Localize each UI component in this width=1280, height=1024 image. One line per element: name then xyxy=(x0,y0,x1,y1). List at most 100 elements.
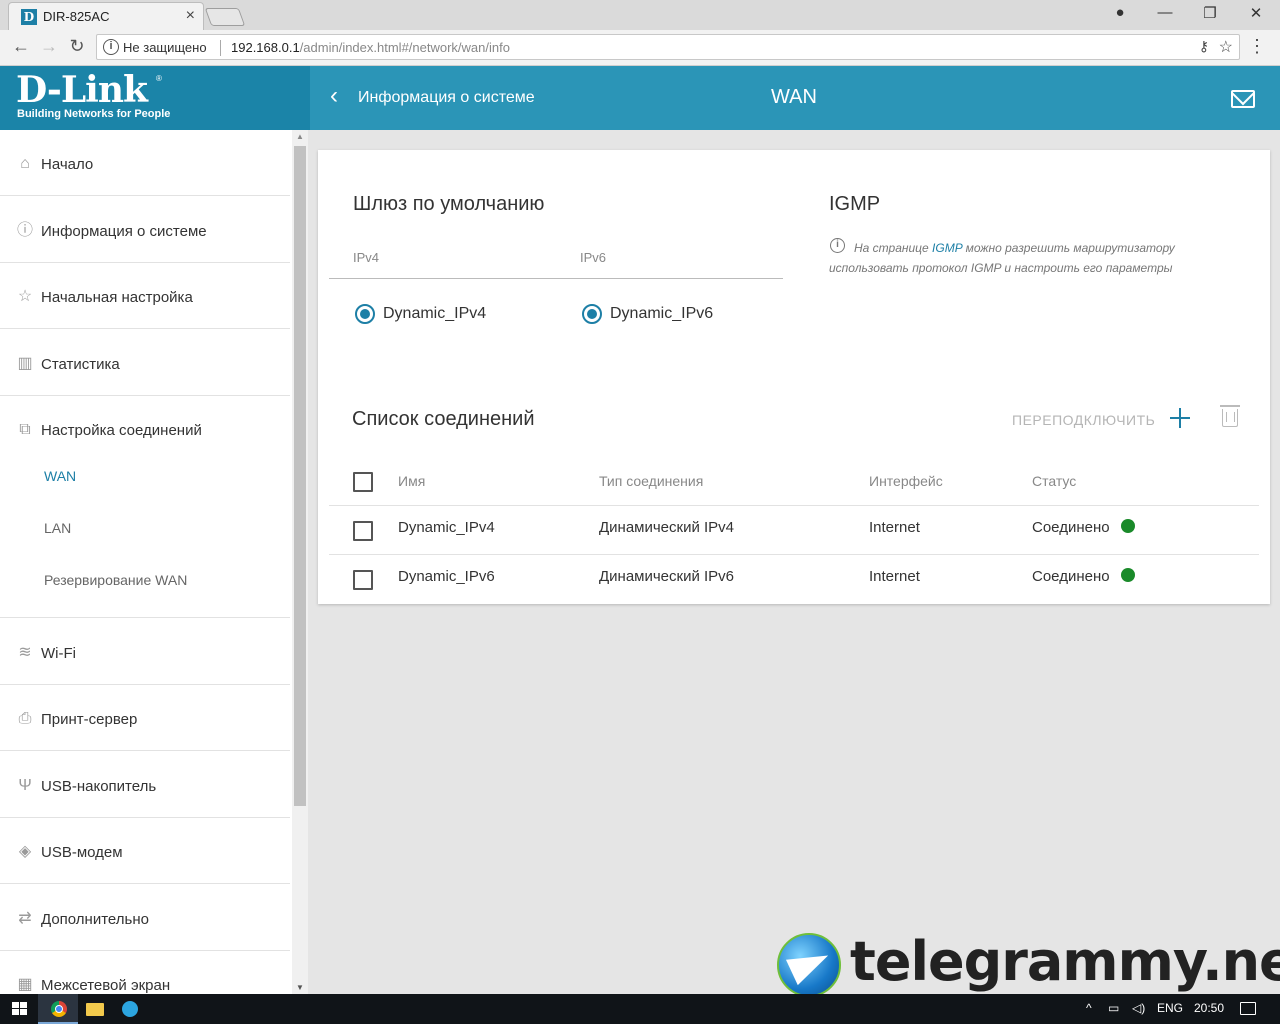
sidebar-item-home[interactable]: ⌂ Начало xyxy=(0,130,290,196)
omnibox-divider xyxy=(220,40,221,56)
volume-icon[interactable]: ◁) xyxy=(1132,1001,1145,1015)
reconnect-button[interactable]: ПЕРЕПОДКЛЮЧИТЬ xyxy=(1012,412,1155,428)
site-info-icon[interactable]: i xyxy=(103,39,119,55)
sidebar-item-initial-setup[interactable]: ☆ Начальная настройка xyxy=(0,263,290,329)
usb-modem-icon: ◈ xyxy=(18,843,32,860)
url-text[interactable]: 192.168.0.1/admin/index.html#/network/wa… xyxy=(231,40,510,55)
sidebar-item-label: Информация о системе xyxy=(41,223,207,240)
gateway-ipv4-radio[interactable] xyxy=(355,304,375,324)
sidebar-item-label: Дополнительно xyxy=(41,911,149,928)
sidebar-item-label: Межсетевой экран xyxy=(41,977,171,994)
connection-name[interactable]: Dynamic_IPv4 xyxy=(398,519,495,536)
status-connected-dot-icon xyxy=(1121,519,1135,533)
scroll-up-arrow-icon[interactable]: ▲ xyxy=(296,132,304,141)
firewall-icon: ▦ xyxy=(17,976,33,993)
sidebar-item-label: USB-модем xyxy=(41,844,123,861)
address-bar[interactable]: i Не защищено 192.168.0.1/admin/index.ht… xyxy=(96,34,1240,60)
browser-menu-icon[interactable]: ⋮ xyxy=(1248,36,1266,57)
url-host: 192.168.0.1 xyxy=(231,40,300,55)
app-header: D-Link ® Building Networks for People ‹ … xyxy=(0,66,1280,130)
connections-title: Список соединений xyxy=(352,408,535,430)
sidebar-item-print-server[interactable]: ⎙ Принт-сервер xyxy=(0,685,290,751)
dlink-favicon-icon: D xyxy=(21,9,37,25)
gateway-ipv4-value[interactable]: Dynamic_IPv4 xyxy=(383,305,486,323)
language-indicator[interactable]: ENG xyxy=(1157,1001,1183,1015)
status-connected-dot-icon xyxy=(1121,568,1135,582)
gateway-ipv4-header: IPv4 xyxy=(353,250,380,265)
connection-type: Динамический IPv4 xyxy=(599,519,735,536)
sidebar-subitem-wan[interactable]: WAN xyxy=(44,468,76,484)
key-icon[interactable]: ⚷ xyxy=(1199,38,1209,55)
page-title: WAN xyxy=(771,86,817,108)
network-icon[interactable]: ▭ xyxy=(1108,1001,1119,1015)
close-window-button[interactable]: ✕ xyxy=(1246,4,1266,22)
sidebar-item-wifi[interactable]: ≋ Wi-Fi xyxy=(0,619,290,685)
connection-name[interactable]: Dynamic_IPv6 xyxy=(398,568,495,585)
sidebar-scrollbar[interactable]: ▲ ▼ xyxy=(292,130,308,994)
sidebar-item-usb-modem[interactable]: ◈ USB-модем xyxy=(0,818,290,884)
sidebar-item-advanced[interactable]: ⇄ Дополнительно xyxy=(0,885,290,951)
transfer-icon: ⇄ xyxy=(18,910,32,927)
column-header-status[interactable]: Статус xyxy=(1032,473,1076,489)
sidebar-item-label: USB-накопитель xyxy=(41,778,157,795)
taskbar-explorer[interactable] xyxy=(74,994,114,1024)
security-label[interactable]: Не защищено xyxy=(123,40,207,55)
url-path: /admin/index.html#/network/wan/info xyxy=(299,40,510,55)
bar-chart-icon: ▥ xyxy=(17,355,33,372)
scrollbar-thumb[interactable] xyxy=(294,146,306,806)
igmp-link[interactable]: IGMP xyxy=(932,241,962,255)
row-checkbox[interactable] xyxy=(353,521,373,541)
sidebar-subitem-wan-backup[interactable]: Резервирование WAN xyxy=(44,572,187,588)
printer-icon: ⎙ xyxy=(18,710,32,727)
back-arrow-icon[interactable]: ← xyxy=(9,36,33,57)
row-checkbox[interactable] xyxy=(353,570,373,590)
column-header-interface[interactable]: Интерфейс xyxy=(869,473,943,489)
sidebar-item-usb-storage[interactable]: Ψ USB-накопитель xyxy=(0,752,290,818)
tray-overflow-chevron-icon[interactable]: ^ xyxy=(1086,1001,1092,1015)
mail-icon[interactable] xyxy=(1231,90,1255,108)
forward-arrow-icon[interactable]: → xyxy=(37,36,61,57)
igmp-description: На странице IGMP можно разрешить маршрут… xyxy=(829,238,1249,278)
usb-icon: Ψ xyxy=(18,777,32,794)
logo-tagline: Building Networks for People xyxy=(17,108,171,120)
reload-icon[interactable]: ↻ xyxy=(65,36,89,57)
sidebar-item-connections[interactable]: ⧉ Настройка соединений WAN LAN Резервиро… xyxy=(0,396,290,618)
sidebar-item-label: Статистика xyxy=(41,356,120,373)
scroll-down-arrow-icon[interactable]: ▼ xyxy=(296,983,304,992)
windows-start-icon[interactable] xyxy=(12,1002,28,1016)
wizard-icon: ☆ xyxy=(17,288,33,305)
notifications-icon[interactable] xyxy=(1240,1002,1256,1015)
table-divider xyxy=(329,505,1259,506)
column-header-type[interactable]: Тип соединения xyxy=(599,473,703,489)
add-connection-plus-icon[interactable] xyxy=(1168,406,1192,430)
logo-registered-mark: ® xyxy=(156,74,162,83)
home-icon: ⌂ xyxy=(20,155,30,172)
maximize-button[interactable]: ❐ xyxy=(1200,4,1220,22)
gateway-ipv6-value[interactable]: Dynamic_IPv6 xyxy=(610,305,713,323)
connection-interface: Internet xyxy=(869,519,920,536)
telegram-icon xyxy=(122,1001,138,1017)
sidebar-subitem-lan[interactable]: LAN xyxy=(44,520,71,536)
sidebar-item-label: Настройка соединений xyxy=(41,422,202,439)
gateway-ipv6-radio[interactable] xyxy=(582,304,602,324)
taskbar-telegram[interactable] xyxy=(110,994,150,1024)
bookmark-star-icon[interactable]: ☆ xyxy=(1219,37,1233,57)
clock[interactable]: 20:50 xyxy=(1194,1001,1224,1015)
tab-close-icon[interactable]: × xyxy=(186,7,195,25)
igmp-text-prefix: На странице xyxy=(854,241,933,255)
gateway-title: Шлюз по умолчанию xyxy=(353,193,545,215)
connection-status: Соединено xyxy=(1032,519,1110,536)
column-header-name[interactable]: Имя xyxy=(398,473,425,489)
minimize-button[interactable]: — xyxy=(1155,4,1175,21)
select-all-checkbox[interactable] xyxy=(353,472,373,492)
sidebar-item-statistics[interactable]: ▥ Статистика xyxy=(0,330,290,396)
browser-tab[interactable]: D DIR-825AC × xyxy=(8,2,204,30)
sidebar-item-firewall[interactable]: ▦ Межсетевой экран xyxy=(0,951,290,994)
connection-status: Соединено xyxy=(1032,568,1110,585)
user-profile-icon[interactable]: ● xyxy=(1110,4,1130,21)
sidebar-item-label: Начало xyxy=(41,156,94,173)
delete-trash-icon[interactable] xyxy=(1220,405,1240,427)
taskbar-chrome[interactable] xyxy=(38,994,78,1024)
sidebar-item-system-info[interactable]: ⓘ Информация о системе xyxy=(0,197,290,263)
new-tab-button[interactable] xyxy=(204,8,246,26)
